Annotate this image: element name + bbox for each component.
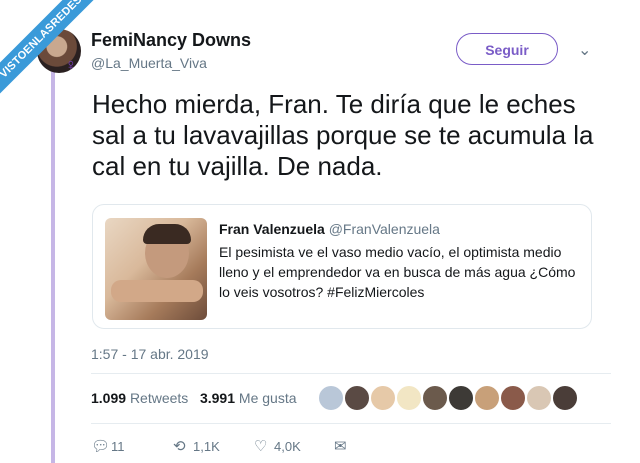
message-action[interactable]: ✉︎ bbox=[334, 437, 354, 455]
reply-action[interactable]: 💬︎11 bbox=[91, 437, 125, 455]
retweets-stat[interactable]: 1.099 Retweets bbox=[91, 390, 188, 406]
chevron-down-icon[interactable]: ⌄ bbox=[578, 40, 591, 60]
reply-count: 11 bbox=[111, 439, 125, 454]
likes-label: Me gusta bbox=[238, 390, 297, 406]
heart-icon: ♡ bbox=[254, 438, 268, 455]
quoted-author[interactable]: Fran Valenzuela @FranValenzuela bbox=[219, 221, 440, 237]
liker-avatar[interactable] bbox=[318, 385, 344, 411]
thread-line bbox=[51, 70, 55, 463]
retweet-action[interactable]: ⟲ 1,1K bbox=[173, 437, 220, 455]
divider bbox=[91, 423, 611, 424]
envelope-icon: ✉︎ bbox=[334, 438, 347, 455]
follow-button[interactable]: Seguir bbox=[456, 33, 558, 65]
divider bbox=[91, 373, 611, 374]
likes-count: 3.991 bbox=[199, 390, 236, 406]
quoted-tweet-card[interactable]: Fran Valenzuela @FranValenzuela El pesim… bbox=[92, 204, 592, 329]
quoted-tweet-image bbox=[105, 218, 207, 320]
retweets-label: Retweets bbox=[129, 390, 189, 406]
liker-avatar[interactable] bbox=[344, 385, 370, 411]
quoted-tweet-text: El pesimista ve el vaso medio vacío, el … bbox=[219, 244, 576, 300]
like-action[interactable]: ♡ 4,0K bbox=[254, 437, 301, 455]
liker-avatar[interactable] bbox=[422, 385, 448, 411]
female-symbol-icon: ♀ bbox=[65, 57, 77, 74]
reply-icon: 💬︎ bbox=[91, 438, 111, 455]
tweet-timestamp[interactable]: 1:57 - 17 abr. 2019 bbox=[91, 346, 209, 362]
liker-avatar[interactable] bbox=[370, 385, 396, 411]
liker-avatar[interactable] bbox=[526, 385, 552, 411]
tweet-text: Hecho mierda, Fran. Te diría que le eche… bbox=[92, 89, 594, 181]
retweet-icon: ⟲ bbox=[173, 438, 186, 455]
liker-avatar[interactable] bbox=[474, 385, 500, 411]
like-count: 4,0K bbox=[274, 439, 301, 454]
liker-avatar[interactable] bbox=[396, 385, 422, 411]
liker-avatar[interactable] bbox=[448, 385, 474, 411]
liker-avatar[interactable] bbox=[500, 385, 526, 411]
quoted-author-name: Fran Valenzuela bbox=[219, 221, 325, 237]
retweets-count: 1.099 bbox=[91, 390, 127, 406]
author-handle[interactable]: @La_Muerta_Viva bbox=[91, 55, 207, 71]
likes-stat[interactable]: 3.991 Me gusta bbox=[200, 390, 297, 406]
engagement-stats: 1.099 Retweets 3.991 Me gusta bbox=[91, 390, 297, 406]
author-name[interactable]: FemiNancy Downs bbox=[91, 30, 251, 51]
retweet-count: 1,1K bbox=[193, 439, 220, 454]
quoted-author-handle: @FranValenzuela bbox=[328, 221, 440, 237]
liker-avatar[interactable] bbox=[552, 385, 578, 411]
